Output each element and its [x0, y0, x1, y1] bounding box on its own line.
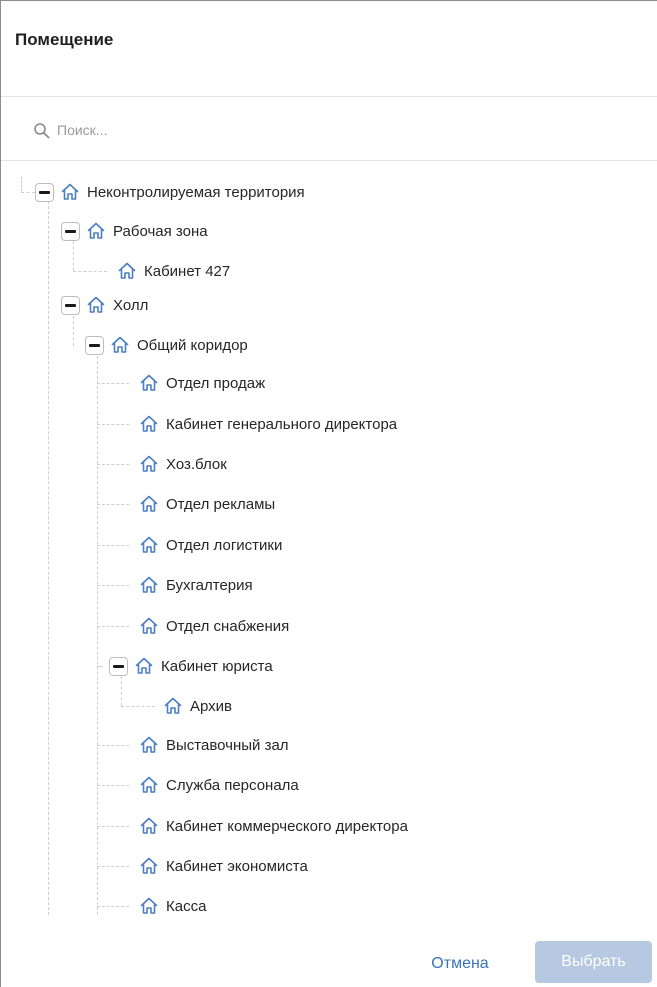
home-icon	[140, 415, 158, 432]
search-input[interactable]	[57, 117, 617, 143]
tree-node-archive[interactable]: Архив	[163, 693, 232, 719]
tree-guide-line	[97, 785, 129, 786]
tree-guide-line	[97, 585, 129, 586]
home-icon	[87, 222, 105, 239]
home-icon	[140, 897, 158, 914]
home-icon	[164, 697, 182, 714]
tree-node-label: Общий коридор	[137, 336, 248, 354]
tree-guide-line	[121, 706, 155, 707]
tree-guide-line	[48, 201, 49, 915]
tree-guide-line	[73, 316, 74, 346]
tree-node-label: Кабинет 427	[144, 262, 231, 280]
tree-node-exhibition-hall[interactable]: Выставочный зал	[139, 732, 289, 758]
tree-guide-line	[97, 626, 129, 627]
tree-node-lawyer-office[interactable]: Кабинет юриста	[109, 653, 273, 679]
home-icon	[140, 495, 158, 512]
home-icon	[61, 183, 79, 200]
home-icon	[140, 455, 158, 472]
tree-node-commercial-director-office[interactable]: Кабинет коммерческого директора	[139, 813, 408, 839]
tree-node-label: Хоз.блок	[166, 455, 227, 473]
tree-node-label: Служба персонала	[166, 776, 299, 794]
tree-node-hall[interactable]: Холл	[61, 292, 148, 318]
tree-guide-line	[21, 176, 22, 192]
tree-node-label: Кабинет генерального директора	[166, 415, 398, 433]
tree-node-cashier[interactable]: Касса	[139, 893, 206, 915]
tree-node-accounting[interactable]: Бухгалтерия	[139, 572, 253, 598]
tree-node-economist-office[interactable]: Кабинет экономиста	[139, 853, 308, 879]
home-icon	[87, 296, 105, 313]
tree-node-utility-block[interactable]: Хоз.блок	[139, 451, 227, 477]
home-icon	[140, 857, 158, 874]
tree-guide-line	[97, 666, 103, 667]
tree-node-ceo-office[interactable]: Кабинет генерального директора	[139, 411, 397, 437]
room-select-dialog: Помещение Неконтроли	[0, 0, 657, 987]
home-icon	[140, 617, 158, 634]
tree-guide-line	[97, 504, 129, 505]
tree-node-label: Неконтролируемая территория	[87, 183, 305, 201]
collapse-toggle[interactable]	[35, 182, 54, 202]
tree-guide-line	[73, 271, 107, 272]
tree-guide-line	[97, 545, 129, 546]
tree-guide-line	[73, 241, 74, 271]
search-icon	[34, 123, 50, 139]
tree-guide-line	[97, 464, 129, 465]
home-icon	[111, 336, 129, 353]
tree-node-label: Кабинет коммерческого директора	[166, 817, 408, 835]
cancel-button[interactable]: Отмена	[412, 945, 508, 983]
tree-node-cabinet-427[interactable]: Кабинет 427	[117, 258, 230, 284]
tree-node-supply-department[interactable]: Отдел снабжения	[139, 613, 289, 639]
collapse-toggle[interactable]	[85, 335, 104, 355]
tree-node-logistics-department[interactable]: Отдел логистики	[139, 532, 282, 558]
tree-node-label: Холл	[113, 296, 149, 314]
home-icon	[118, 262, 136, 279]
tree-guide-line	[121, 676, 122, 706]
collapse-toggle[interactable]	[61, 295, 80, 315]
collapse-toggle[interactable]	[109, 656, 128, 676]
tree-node-label: Кабинет экономиста	[166, 857, 308, 875]
tree-guide-line	[97, 383, 129, 384]
home-icon	[140, 374, 158, 391]
tree-node-label: Отдел снабжения	[166, 617, 290, 635]
tree-node-label: Отдел логистики	[166, 536, 283, 554]
home-icon	[140, 817, 158, 834]
tree-node-work-zone[interactable]: Рабочая зона	[61, 218, 208, 244]
tree-node-label: Рабочая зона	[113, 222, 208, 240]
dialog-header: Помещение	[1, 1, 657, 97]
tree-guide-line	[97, 745, 129, 746]
home-icon	[140, 776, 158, 793]
tree-node-label: Архив	[190, 697, 233, 715]
tree-guide-line	[97, 906, 129, 907]
tree-node-advertising-department[interactable]: Отдел рекламы	[139, 491, 275, 517]
tree-guide-line	[21, 192, 35, 193]
tree-guide-line	[97, 826, 129, 827]
tree-node-label: Отдел продаж	[166, 374, 266, 392]
home-icon	[135, 657, 153, 674]
collapse-toggle[interactable]	[61, 221, 80, 241]
select-button[interactable]: Выбрать	[535, 941, 652, 983]
dialog-title: Помещение	[15, 30, 114, 49]
tree-node-hr-service[interactable]: Служба персонала	[139, 772, 299, 798]
tree-guide-line	[97, 424, 129, 425]
tree-node-label: Кабинет юриста	[161, 657, 273, 675]
tree-node-label: Касса	[166, 897, 207, 915]
home-icon	[140, 536, 158, 553]
home-icon	[140, 576, 158, 593]
tree-node-common-corridor[interactable]: Общий коридор	[85, 332, 248, 358]
tree-node-uncontrolled-territory[interactable]: Неконтролируемая территория	[35, 179, 305, 205]
tree-guide-line	[97, 356, 98, 915]
tree-node-label: Выставочный зал	[166, 736, 289, 754]
tree-node-label: Бухгалтерия	[166, 576, 253, 594]
tree-node-sales-department[interactable]: Отдел продаж	[139, 370, 265, 396]
home-icon	[140, 736, 158, 753]
room-tree: Неконтролируемая территория Рабочая зона…	[1, 161, 657, 915]
tree-node-label: Отдел рекламы	[166, 495, 276, 513]
tree-guide-line	[97, 866, 129, 867]
